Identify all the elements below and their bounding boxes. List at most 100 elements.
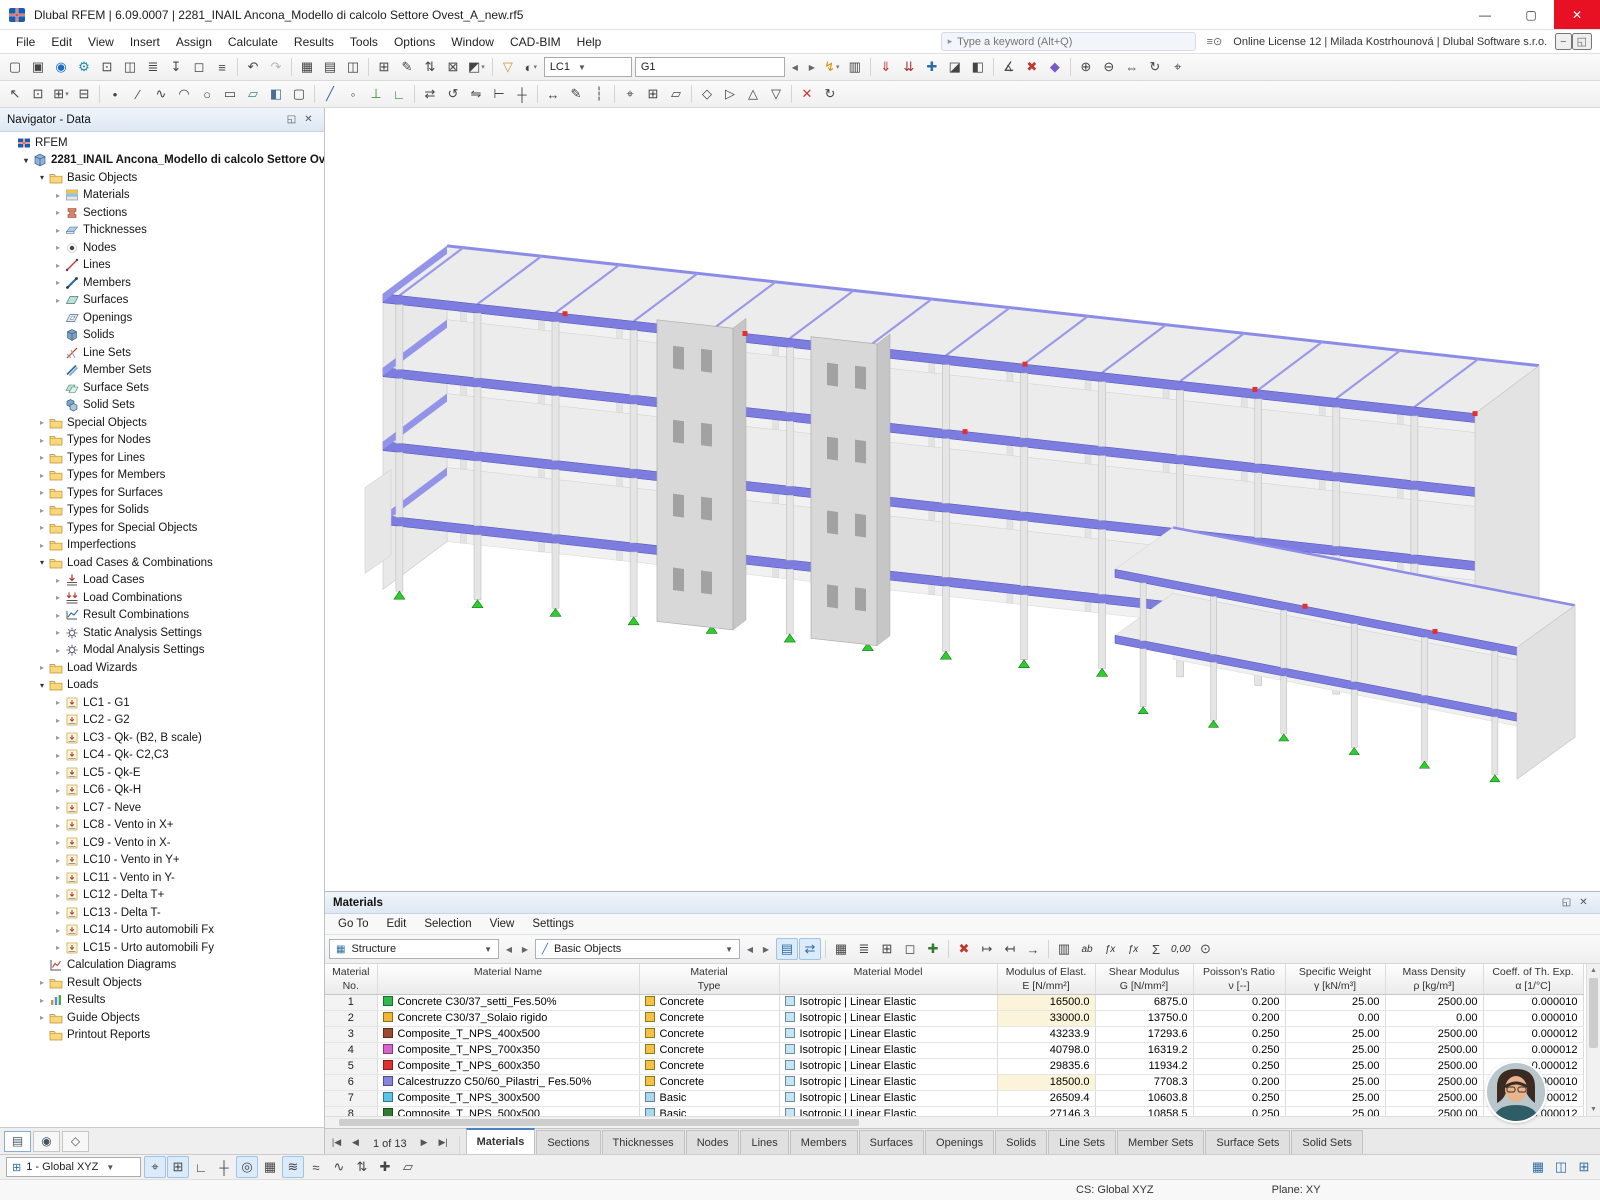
tree-item-imperfections[interactable]: ▸Imperfections xyxy=(0,537,324,555)
print-table-button[interactable]: ≣ xyxy=(853,938,875,960)
cell-material-no[interactable]: 7 xyxy=(325,1090,377,1106)
table-menu-view[interactable]: View xyxy=(481,916,524,932)
float-panel-button[interactable]: ◱ xyxy=(283,111,300,128)
undo-button[interactable]: ↶ xyxy=(242,56,264,78)
scroll-down-icon[interactable]: ▼ xyxy=(1587,1103,1600,1116)
regenerate-model-button[interactable]: ↻ xyxy=(819,83,841,105)
tree-item-lc14-urto-automobili-fx[interactable]: ▸LC14 - Urto automobili Fx xyxy=(0,922,324,940)
structure-combo[interactable]: ▦ Structure ▼ xyxy=(329,939,499,959)
minimize-button[interactable]: — xyxy=(1462,0,1508,29)
new-node-button[interactable]: • xyxy=(104,83,126,105)
cell-shear-modulus[interactable]: 16319.2 xyxy=(1095,1042,1193,1058)
scroll-up-icon[interactable]: ▲ xyxy=(1587,964,1600,977)
navigator-tab-display[interactable]: ◉ xyxy=(33,1131,60,1152)
select-plane-button[interactable]: ▱ xyxy=(397,1156,419,1178)
tree-item-lc3-qk-b2-b-scale[interactable]: ▸LC3 - Qk- (B2, B scale) xyxy=(0,729,324,747)
connect-lines-button[interactable]: ┼ xyxy=(511,83,533,105)
cell-material-model[interactable]: Isotropic | Linear Elastic xyxy=(779,1042,997,1058)
find-replace-button[interactable]: ab xyxy=(1076,938,1098,960)
delete-rows-button[interactable]: ✖ xyxy=(953,938,975,960)
chevron-right-icon[interactable]: ▸ xyxy=(52,908,64,917)
cell-specific-weight[interactable]: 25.00 xyxy=(1285,1074,1385,1090)
chevron-right-icon[interactable]: ▸ xyxy=(52,803,64,812)
tree-item-types-for-lines[interactable]: ▸Types for Lines xyxy=(0,449,324,467)
guidelines-button[interactable]: ┆ xyxy=(588,83,610,105)
chevron-right-icon[interactable]: ▸ xyxy=(52,821,64,830)
cell-specific-weight[interactable]: 25.00 xyxy=(1285,1042,1385,1058)
cell-modulus-e[interactable]: 43233.9 xyxy=(997,1026,1095,1042)
tree-item-surface-sets[interactable]: Surface Sets xyxy=(0,379,324,397)
close-panel-button[interactable]: ✕ xyxy=(300,111,317,128)
annotations-button[interactable]: ✎ xyxy=(565,83,587,105)
table-tab-surfaces[interactable]: Surfaces xyxy=(859,1130,924,1154)
navigator-tab-views[interactable]: ◇ xyxy=(62,1131,89,1152)
chevron-right-icon[interactable]: ▸ xyxy=(52,716,64,725)
cell-poissons-ratio[interactable]: 0.250 xyxy=(1193,1058,1285,1074)
chevron-right-icon[interactable]: ▸ xyxy=(52,296,64,305)
new-opening-button[interactable]: ▢ xyxy=(288,83,310,105)
cell-material-type[interactable]: Concrete xyxy=(639,1042,779,1058)
keyword-search[interactable]: ▸ xyxy=(941,32,1196,51)
chevron-right-icon[interactable]: ▸ xyxy=(36,978,48,987)
tree-item-lc13-delta-t[interactable]: ▸LC13 - Delta T- xyxy=(0,904,324,922)
load-case-name[interactable]: G1 xyxy=(635,57,785,77)
blocks-library-button[interactable]: ◆ xyxy=(1044,56,1066,78)
tree-item-lc10-vento-in-y[interactable]: ▸LC10 - Vento in Y+ xyxy=(0,852,324,870)
result-tables-button[interactable]: ▥ xyxy=(844,56,866,78)
units-precision-button[interactable]: 0,00 xyxy=(1168,938,1193,960)
new-arc-button[interactable]: ◠ xyxy=(173,83,195,105)
menu-results[interactable]: Results xyxy=(286,32,342,52)
view-in-y-button[interactable]: △ xyxy=(742,83,764,105)
ortho-button[interactable]: ∟ xyxy=(190,1156,212,1178)
cell-material-model[interactable]: Isotropic | Linear Elastic xyxy=(779,994,997,1010)
new-rectangle-button[interactable]: ▭ xyxy=(219,83,241,105)
copy-button[interactable]: ◻ xyxy=(188,56,210,78)
cell-material-model[interactable]: Isotropic | Linear Elastic xyxy=(779,1074,997,1090)
tree-item-types-for-special-objects[interactable]: ▸Types for Special Objects xyxy=(0,519,324,537)
cell-material-no[interactable]: 6 xyxy=(325,1074,377,1090)
cell-poissons-ratio[interactable]: 0.250 xyxy=(1193,1106,1285,1116)
user-avatar[interactable] xyxy=(1487,1063,1545,1121)
view-isometric-button[interactable]: ◇ xyxy=(696,83,718,105)
cell-material-type[interactable]: Concrete xyxy=(639,994,779,1010)
show-tables-button[interactable]: ▦ xyxy=(296,56,318,78)
cell-modulus-e[interactable]: 16500.0 xyxy=(997,994,1095,1010)
chevron-right-icon[interactable]: ▸ xyxy=(36,418,48,427)
table-tab-sections[interactable]: Sections xyxy=(536,1130,600,1154)
menu-window[interactable]: Window xyxy=(443,32,502,52)
cell-material-model[interactable]: Isotropic | Linear Elastic xyxy=(779,1058,997,1074)
menu-cad-bim[interactable]: CAD-BIM xyxy=(502,32,569,52)
tree-item-static-analysis-settings[interactable]: ▸Static Analysis Settings xyxy=(0,624,324,642)
table-vertical-scrollbar[interactable]: ▲ ▼ xyxy=(1586,964,1600,1116)
edit-object-button[interactable]: ✎ xyxy=(396,56,418,78)
chevron-right-icon[interactable]: ▸ xyxy=(52,856,64,865)
cell-mass-density[interactable]: 2500.00 xyxy=(1385,1042,1483,1058)
insert-row-button[interactable]: ⊞ xyxy=(876,938,898,960)
cell-material-name[interactable]: Composite_T_NPS_600x350 xyxy=(377,1058,639,1074)
tree-item-guide-objects[interactable]: ▸Guide Objects xyxy=(0,1009,324,1027)
tree-item-members[interactable]: ▸Members xyxy=(0,274,324,292)
view-in-x-button[interactable]: ▷ xyxy=(719,83,741,105)
table-view-mode-button[interactable]: ▦ xyxy=(830,938,852,960)
zoom-in-button[interactable]: ⊕ xyxy=(1075,56,1097,78)
display-properties-button[interactable]: ⊠ xyxy=(442,56,464,78)
cell-material-name[interactable]: Composite_T_NPS_400x500 xyxy=(377,1026,639,1042)
table-tab-lines[interactable]: Lines xyxy=(740,1130,788,1154)
cell-modulus-e[interactable]: 33000.0 xyxy=(997,1010,1095,1026)
cell-material-name[interactable]: Calcestruzzo C50/60_Pilastri_ Fes.50% xyxy=(377,1074,639,1090)
sync-graphic-selection-button[interactable]: ⇄ xyxy=(799,938,821,960)
next-table-button[interactable]: ▶ xyxy=(415,1132,434,1152)
coordinate-system-button[interactable]: ✚ xyxy=(921,56,943,78)
table-horizontal-scrollbar[interactable] xyxy=(325,1116,1600,1128)
table-forward-button[interactable]: ▶ xyxy=(758,939,774,959)
cell-material-name[interactable]: Composite_T_NPS_300x500 xyxy=(377,1090,639,1106)
chevron-right-icon[interactable]: ▸ xyxy=(36,523,48,532)
go-to-row-button[interactable]: → xyxy=(1022,938,1044,960)
menu-insert[interactable]: Insert xyxy=(122,32,168,52)
cell-material-no[interactable]: 4 xyxy=(325,1042,377,1058)
tree-item-lc5-qk-e[interactable]: ▸LC5 - Qk-E xyxy=(0,764,324,782)
cell-shear-modulus[interactable]: 7708.3 xyxy=(1095,1074,1193,1090)
chevron-right-icon[interactable]: ▸ xyxy=(36,996,48,1005)
formula-bar-button[interactable]: ƒx xyxy=(1099,938,1121,960)
cell-material-type[interactable]: Concrete xyxy=(639,1010,779,1026)
